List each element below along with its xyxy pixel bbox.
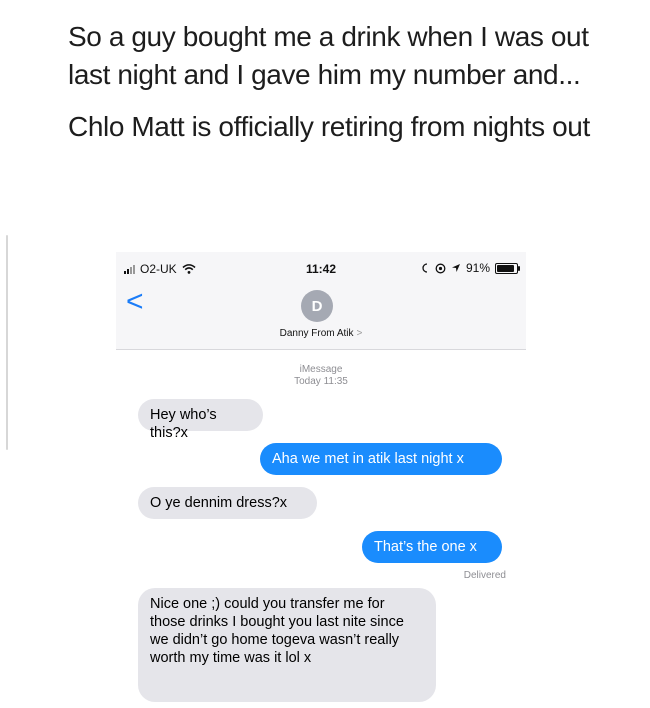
contact-name: Danny From Atik <box>279 328 354 339</box>
post-caption: So a guy bought me a drink when I was ou… <box>68 18 628 146</box>
service-label: iMessage <box>299 364 343 375</box>
message-bubble-incoming[interactable]: O ye dennim dress?x <box>138 487 317 519</box>
message-bubble-incoming[interactable]: Nice one ;) could you transfer me for th… <box>138 588 436 702</box>
location-icon <box>451 264 460 272</box>
carrier-label: O2-UK <box>140 262 177 276</box>
date-label: Today <box>294 376 321 387</box>
battery-icon <box>495 262 520 274</box>
thread-timestamp: iMessage Today 11:35 <box>116 364 526 388</box>
status-bar: O2-UK 11:42 91% <box>116 252 526 286</box>
status-time: 11:42 <box>306 262 337 276</box>
signal-icon <box>124 264 135 274</box>
date-time: 11:35 <box>323 376 348 387</box>
wifi-icon <box>182 264 196 274</box>
message-bubble-outgoing[interactable]: Aha we met in atik last night x <box>260 443 502 475</box>
rotation-lock-icon <box>422 263 428 273</box>
caption-line-2: Chlo Matt is officially retiring from ni… <box>68 111 590 142</box>
battery-percent: 91% <box>465 261 490 275</box>
conversation-header: < D Danny From Atik > <box>116 286 526 350</box>
contact-name-button[interactable]: Danny From Atik > <box>116 328 526 339</box>
battery-fill <box>497 264 514 272</box>
back-button[interactable]: < <box>126 287 144 317</box>
caption-line-1: So a guy bought me a drink when I was ou… <box>68 21 589 90</box>
message-bubble-outgoing[interactable]: That’s the one x <box>362 531 502 563</box>
delivered-status: Delivered <box>463 570 506 581</box>
contact-avatar[interactable]: D <box>301 290 333 322</box>
chevron-right-icon: > <box>356 328 363 339</box>
edge-divider <box>6 235 8 450</box>
message-bubble-incoming[interactable]: Hey who’s this?x <box>138 399 263 441</box>
phone-screenshot: O2-UK 11:42 91% < D Danny From Atik > iM… <box>116 252 526 708</box>
alarm-icon <box>435 263 446 273</box>
